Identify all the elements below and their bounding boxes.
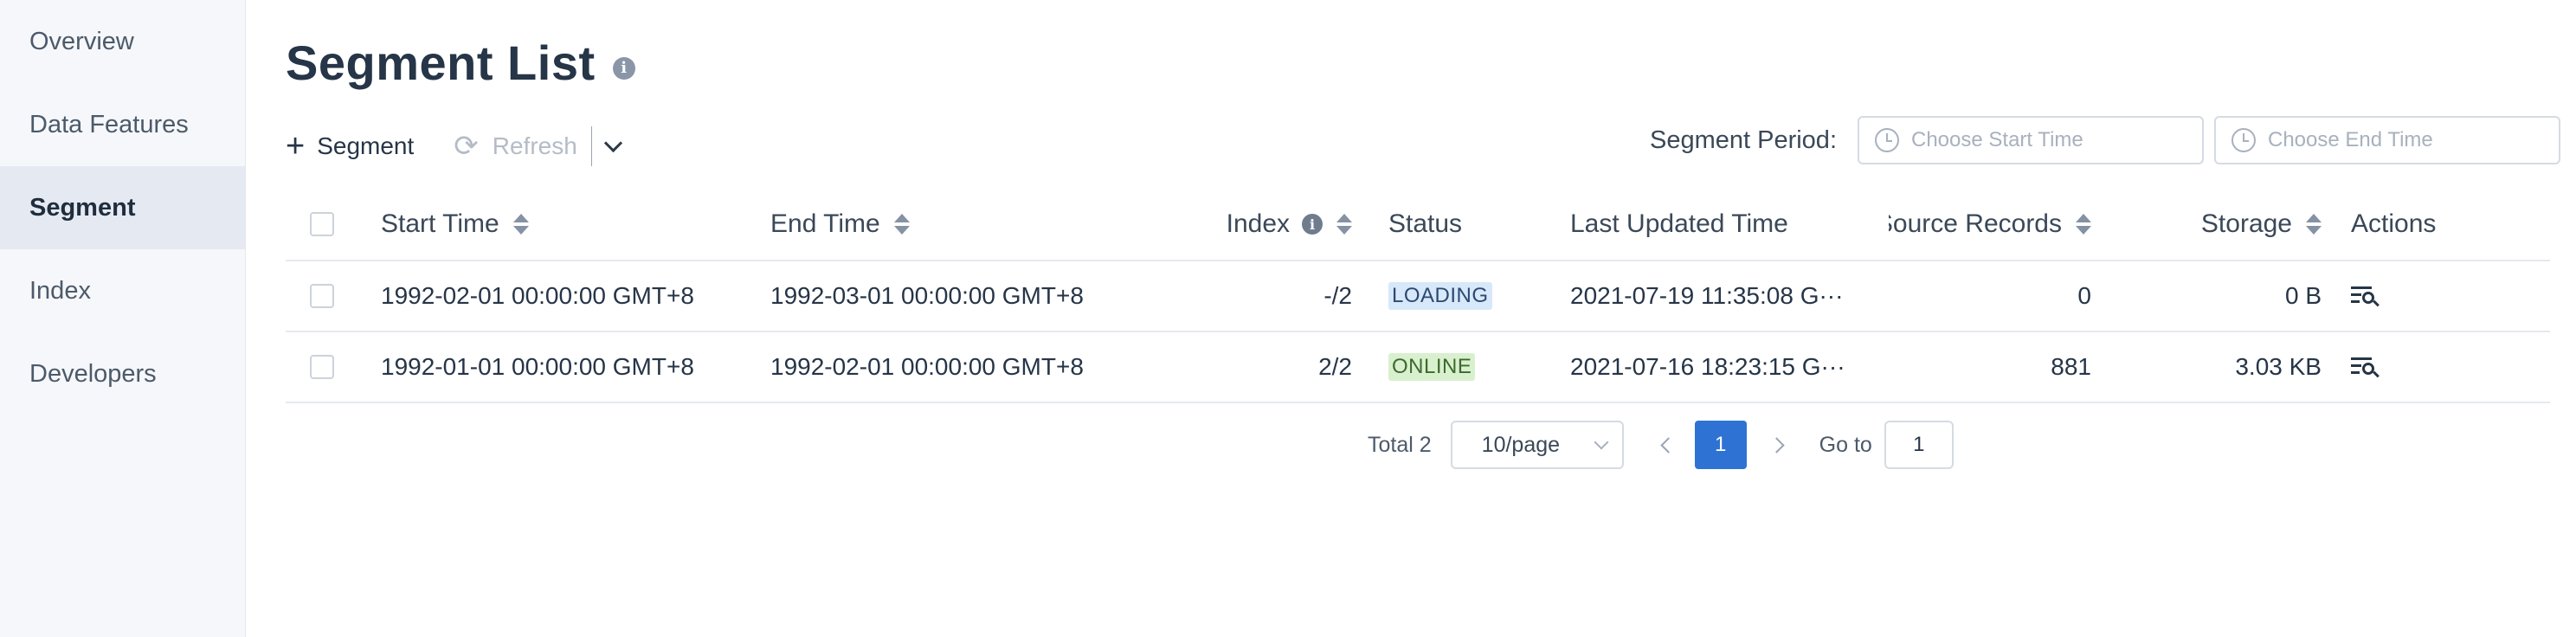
last-updated-text: 2021-07-19 11:35:08 G··· — [1570, 282, 1844, 309]
start-time-placeholder: Choose Start Time — [1911, 128, 2083, 151]
sidebar-item-label: Index — [29, 276, 91, 305]
column-label: Last Updated Time — [1570, 209, 1788, 238]
column-end-time[interactable]: End Time — [770, 209, 1160, 239]
table-row[interactable]: 1992-01-01 00:00:00 GMT+8 1992-02-01 00:… — [286, 332, 2550, 403]
last-updated-text: 2021-07-16 18:23:15 G··· — [1570, 353, 1845, 380]
end-time-placeholder: Choose End Time — [2268, 128, 2433, 151]
view-detail-icon[interactable] — [2351, 354, 2380, 380]
sidebar-item-index[interactable]: Index — [0, 249, 245, 332]
chevron-left-icon[interactable] — [1650, 428, 1684, 462]
sidebar: Overview Data Features Segment Index Dev… — [0, 0, 246, 637]
status-badge: LOADING — [1388, 282, 1492, 310]
cell-storage: 3.03 KB — [2235, 353, 2322, 380]
chevron-down-icon[interactable] — [601, 133, 627, 159]
add-segment-label: Segment — [317, 132, 415, 159]
column-start-time[interactable]: Start Time — [381, 209, 770, 239]
sidebar-item-label: Developers — [29, 359, 157, 388]
pagination: Total 2 10/page 1 Go to 1 — [1368, 421, 1954, 469]
clock-icon — [1875, 128, 1899, 152]
header-checkbox-cell — [286, 212, 381, 236]
column-label: Index — [1226, 209, 1290, 238]
cell-source-records: 0 — [2077, 282, 2091, 309]
goto-page-input[interactable]: 1 — [1884, 421, 1954, 469]
page-size-select[interactable]: 10/page — [1450, 421, 1624, 469]
cell-index: -/2 — [1323, 282, 1352, 309]
toolbar: + Segment ⟳ Refresh — [286, 121, 627, 171]
select-all-checkbox[interactable] — [310, 212, 334, 236]
clock-icon — [2231, 128, 2256, 152]
column-status: Status — [1373, 209, 1570, 239]
refresh-icon: ⟳ — [454, 130, 479, 163]
page-title: Segment List — [286, 35, 596, 90]
table-row[interactable]: 1992-02-01 00:00:00 GMT+8 1992-03-01 00:… — [286, 261, 2550, 332]
chevron-down-icon — [1594, 434, 1609, 450]
column-label: Start Time — [381, 209, 499, 238]
table-header: Start Time End Time Index i Status Last … — [286, 189, 2550, 261]
cell-status: LOADING — [1373, 282, 1570, 310]
info-icon[interactable]: i — [1302, 214, 1323, 235]
refresh-label: Refresh — [492, 132, 577, 159]
cell-source-records: 881 — [2051, 353, 2091, 380]
segment-period-filter: Segment Period: Choose Start Time Choose… — [1650, 116, 2560, 164]
sort-icon[interactable] — [1336, 214, 1352, 235]
sidebar-item-label: Overview — [29, 27, 134, 55]
chevron-right-icon[interactable] — [1762, 428, 1797, 462]
row-checkbox[interactable] — [310, 284, 334, 308]
row-checkbox-cell — [286, 284, 381, 308]
add-segment-button[interactable]: + Segment — [286, 130, 414, 163]
segment-table: Start Time End Time Index i Status Last … — [286, 189, 2550, 403]
refresh-button[interactable]: ⟳ Refresh — [454, 132, 577, 161]
cell-actions — [2351, 283, 2550, 309]
end-time-input[interactable]: Choose End Time — [2214, 116, 2560, 164]
page-button-current[interactable]: 1 — [1694, 421, 1747, 469]
column-label: Source Records — [1889, 209, 2062, 238]
column-source-records[interactable]: Source Records — [1889, 209, 2109, 239]
sidebar-item-data-features[interactable]: Data Features — [0, 83, 245, 166]
main-content: Segment List i + Segment ⟳ Refresh Segme… — [246, 0, 2576, 637]
sidebar-nav: Overview Data Features Segment Index Dev… — [0, 0, 245, 415]
status-badge: ONLINE — [1388, 353, 1476, 381]
sort-icon[interactable] — [512, 214, 529, 235]
cell-start-time: 1992-02-01 00:00:00 GMT+8 — [381, 282, 694, 309]
cell-end-time: 1992-03-01 00:00:00 GMT+8 — [770, 282, 1084, 309]
toolbar-divider — [590, 126, 592, 166]
row-checkbox[interactable] — [310, 355, 334, 379]
sort-icon[interactable] — [2076, 214, 2091, 235]
sidebar-item-developers[interactable]: Developers — [0, 332, 245, 415]
segment-period-label: Segment Period: — [1649, 125, 1837, 154]
page-size-value: 10/page — [1481, 432, 1561, 457]
column-index[interactable]: Index i — [1160, 209, 1373, 239]
sort-icon[interactable] — [2306, 214, 2322, 235]
page-header: Segment List i — [286, 35, 635, 91]
column-actions: Actions — [2351, 209, 2550, 239]
goto-label: Go to — [1819, 432, 1872, 457]
cell-last-updated: 2021-07-16 18:23:15 G··· — [1570, 353, 1889, 381]
sort-icon[interactable] — [893, 214, 910, 235]
sidebar-item-label: Segment — [29, 193, 136, 222]
view-detail-icon[interactable] — [2351, 283, 2380, 309]
cell-start-time: 1992-01-01 00:00:00 GMT+8 — [381, 353, 694, 380]
cell-status: ONLINE — [1373, 353, 1570, 381]
plus-icon: + — [286, 128, 306, 164]
column-label: Storage — [2200, 209, 2292, 238]
column-label: End Time — [770, 209, 880, 238]
cell-actions — [2351, 354, 2550, 380]
sidebar-item-segment[interactable]: Segment — [0, 166, 245, 249]
column-label: Actions — [2351, 209, 2437, 238]
sidebar-item-overview[interactable]: Overview — [0, 0, 245, 83]
pagination-total: Total 2 — [1368, 432, 1432, 457]
cell-end-time: 1992-02-01 00:00:00 GMT+8 — [770, 353, 1084, 380]
column-storage[interactable]: Storage — [2109, 209, 2351, 239]
sidebar-item-label: Data Features — [29, 110, 189, 138]
column-label: Status — [1388, 209, 1463, 238]
start-time-input[interactable]: Choose Start Time — [1858, 116, 2204, 164]
cell-last-updated: 2021-07-19 11:35:08 G··· — [1570, 282, 1889, 310]
cell-storage: 0 B — [2284, 282, 2322, 309]
row-checkbox-cell — [286, 355, 381, 379]
info-icon[interactable]: i — [612, 56, 635, 80]
column-last-updated: Last Updated Time — [1570, 209, 1889, 239]
cell-index: 2/2 — [1318, 353, 1352, 380]
